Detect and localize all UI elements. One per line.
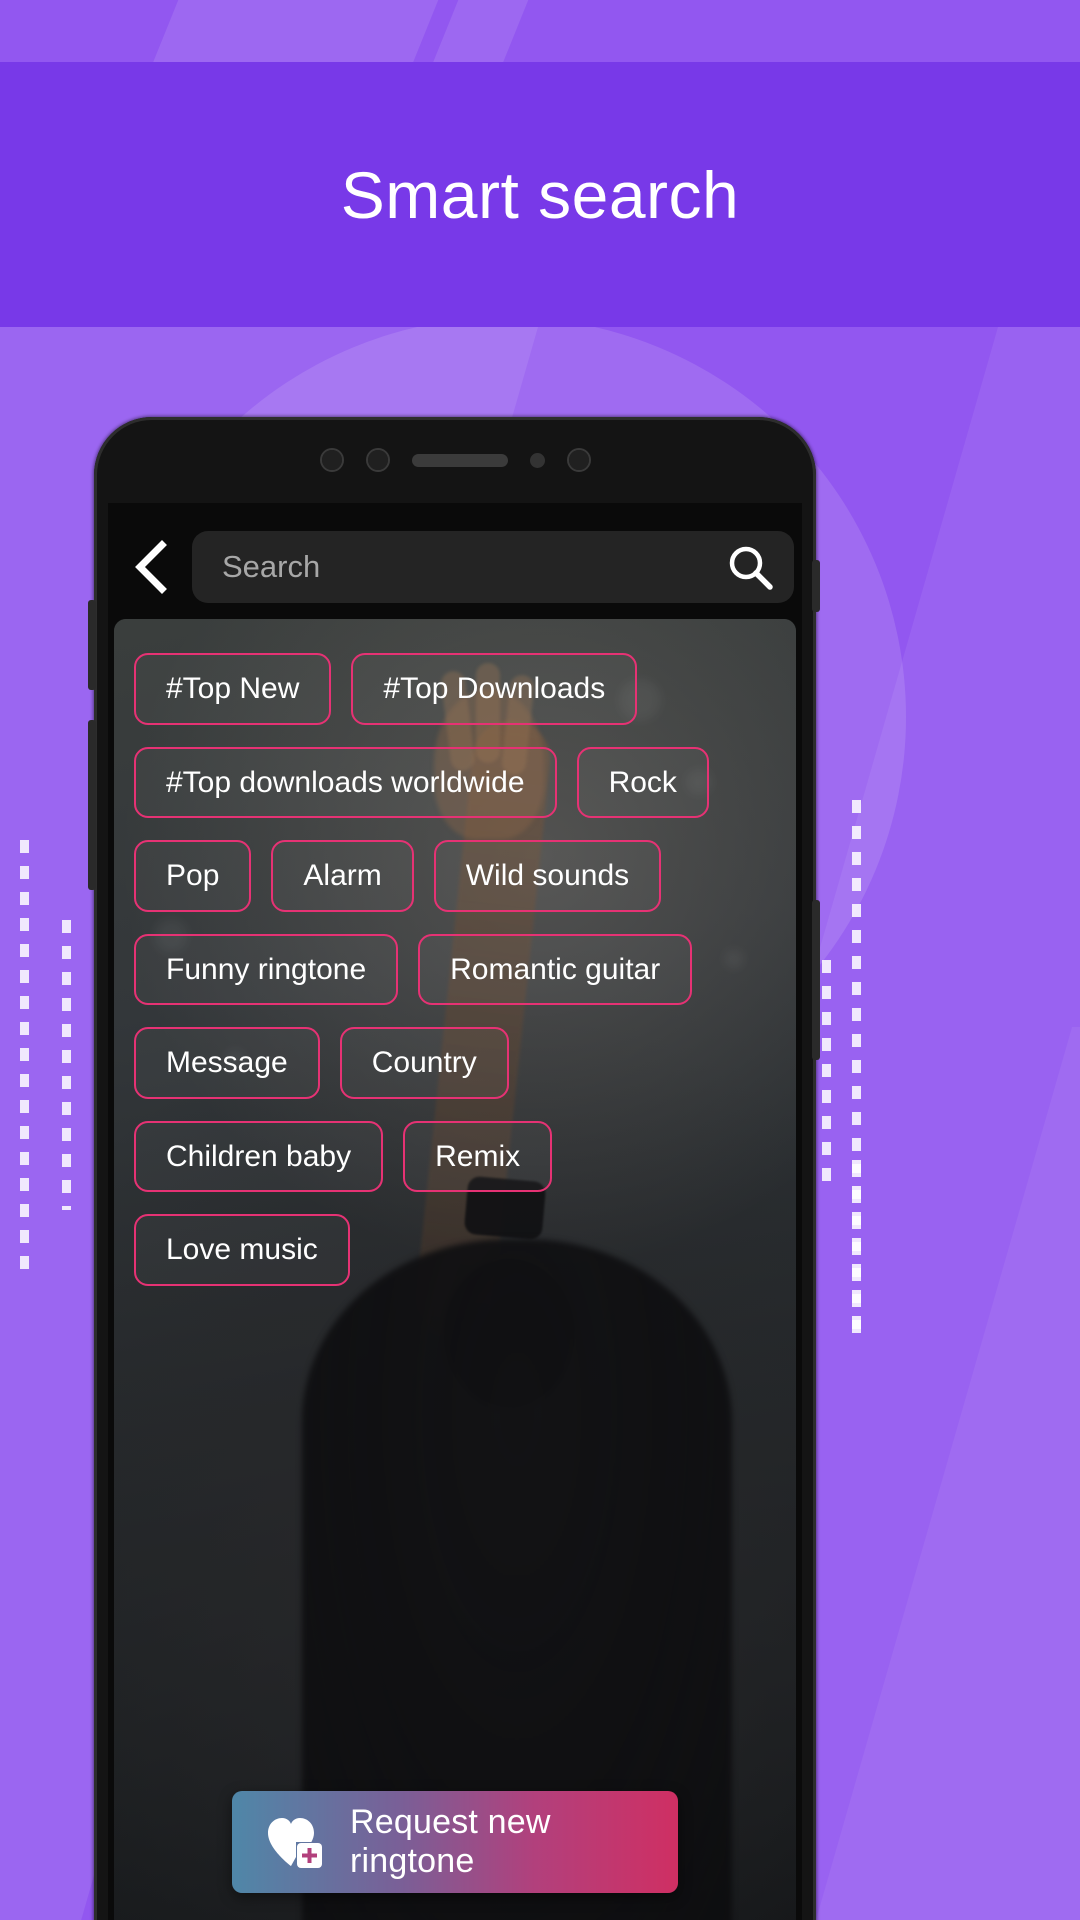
headline-banner: Smart search bbox=[0, 62, 1080, 327]
suggestion-chip[interactable]: Romantic guitar bbox=[418, 933, 693, 1005]
suggestion-chip[interactable]: Funny ringtone bbox=[134, 933, 399, 1005]
suggestion-chip-list: #Top New #Top Downloads #Top downloads w… bbox=[114, 619, 796, 1286]
front-camera-icon bbox=[566, 448, 591, 472]
magnifier-icon[interactable] bbox=[718, 535, 782, 599]
camera-lens-icon bbox=[365, 448, 390, 472]
phone-bezel bbox=[94, 417, 816, 503]
suggestion-chip[interactable]: Children baby bbox=[134, 1120, 384, 1192]
phone-side-button bbox=[88, 600, 96, 690]
page-title: Smart search bbox=[340, 157, 740, 232]
camera-lens-icon bbox=[319, 448, 344, 472]
suggestion-chip[interactable]: #Top Downloads bbox=[351, 653, 638, 725]
back-chevron-icon[interactable] bbox=[126, 536, 178, 598]
suggestion-chip[interactable]: Message bbox=[134, 1027, 320, 1099]
search-input[interactable]: Search bbox=[222, 549, 718, 585]
search-input-container[interactable]: Search bbox=[192, 531, 794, 603]
proximity-dot-icon bbox=[529, 452, 545, 468]
background-top-strip bbox=[0, 0, 1080, 220]
decorative-dotted-line bbox=[20, 840, 29, 1280]
phone-mockup: Search #Top New #Top Downloads #Top down… bbox=[94, 417, 816, 1920]
suggestion-chip[interactable]: Rock bbox=[576, 746, 709, 818]
request-new-ringtone-button[interactable]: Request new ringtone bbox=[232, 1791, 678, 1893]
decorative-dotted-line bbox=[822, 960, 831, 1190]
suggestion-chip[interactable]: Country bbox=[339, 1027, 509, 1099]
phone-screen: Search #Top New #Top Downloads #Top down… bbox=[108, 503, 802, 1920]
phone-power-button bbox=[812, 560, 820, 612]
search-bar: Search bbox=[108, 525, 802, 609]
request-new-ringtone-label: Request new ringtone bbox=[350, 1803, 551, 1880]
suggestion-chip[interactable]: Pop bbox=[134, 840, 252, 912]
suggestion-chip[interactable]: Remix bbox=[403, 1120, 553, 1192]
search-suggestions-panel: #Top New #Top Downloads #Top downloads w… bbox=[114, 619, 796, 1920]
suggestion-chip[interactable]: Alarm bbox=[271, 840, 414, 912]
suggestion-chip[interactable]: #Top downloads worldwide bbox=[134, 746, 557, 818]
phone-side-button bbox=[812, 900, 820, 1060]
heart-plus-icon bbox=[266, 1816, 324, 1868]
earpiece-speaker-icon bbox=[411, 453, 508, 467]
suggestion-chip[interactable]: Wild sounds bbox=[433, 840, 662, 912]
decorative-dotted-line bbox=[852, 1160, 861, 1340]
suggestion-chip[interactable]: Love music bbox=[134, 1214, 350, 1286]
phone-volume-button bbox=[88, 720, 96, 890]
decorative-dotted-line bbox=[62, 920, 71, 1210]
promo-background: Smart search Search #Top New #Top Downlo… bbox=[0, 0, 1080, 1920]
suggestion-chip[interactable]: #Top New bbox=[134, 653, 332, 725]
